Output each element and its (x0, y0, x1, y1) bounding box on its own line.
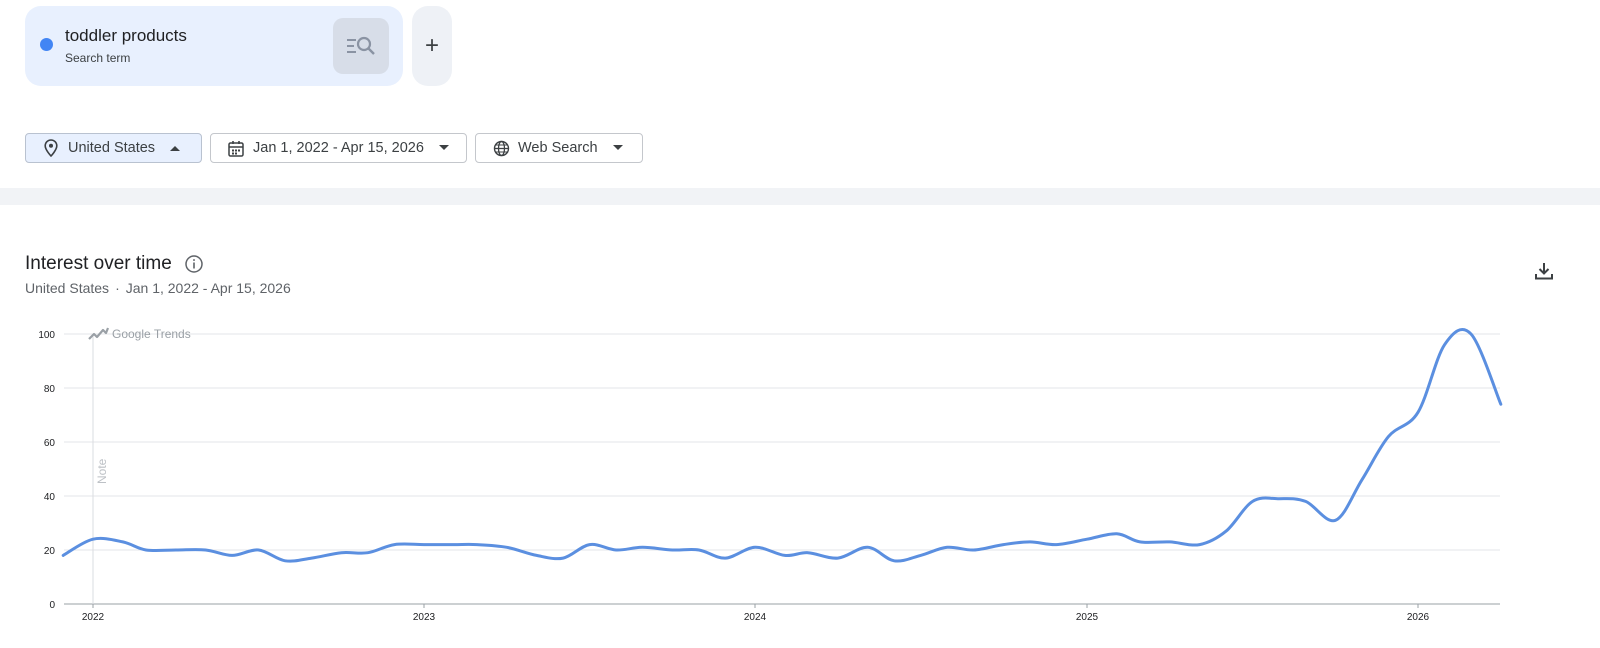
search-type-filter[interactable]: Web Search (475, 133, 643, 163)
y-tick-label: 40 (44, 492, 56, 503)
series-color-dot (40, 38, 53, 51)
x-tick-label: 2026 (1407, 612, 1430, 623)
explore-term-button[interactable] (333, 18, 389, 74)
section-divider (0, 188, 1600, 205)
location-filter-label: United States (68, 140, 156, 156)
caret-up-icon (169, 142, 181, 154)
search-term-card[interactable]: toddler products Search term (25, 6, 403, 86)
subtitle-date-range: Jan 1, 2022 - Apr 15, 2026 (125, 280, 291, 296)
x-tick-label: 2022 (82, 612, 105, 623)
calendar-icon (227, 139, 245, 157)
chart-svg: 0 20 40 60 80 100 2022 2023 2024 2025 2026 Note Goog… (38, 327, 1503, 623)
watermark-label: Google Trends (112, 327, 191, 341)
search-term-type: Search term (65, 51, 131, 65)
interest-over-time-chart: 0 20 40 60 80 100 2022 2023 2024 2025 2026 Note Goog… (0, 320, 1600, 643)
plus-icon: + (424, 32, 439, 59)
section-subtitle: United States · Jan 1, 2022 - Apr 15, 2026 (25, 280, 291, 296)
search-type-label: Web Search (518, 140, 598, 156)
y-tick-label: 20 (44, 546, 56, 557)
info-icon[interactable] (184, 254, 204, 274)
download-icon[interactable] (1533, 260, 1555, 282)
date-range-filter[interactable]: Jan 1, 2022 - Apr 15, 2026 (210, 133, 467, 163)
y-tick-label: 80 (44, 384, 56, 395)
section-title: Interest over time (25, 253, 172, 274)
location-pin-icon (42, 139, 60, 157)
search-term-name[interactable]: toddler products (65, 26, 187, 46)
subtitle-separator: · (115, 280, 120, 296)
list-search-icon (347, 36, 375, 55)
globe-icon (492, 139, 510, 157)
x-tick-label: 2024 (744, 612, 767, 623)
caret-down-icon (438, 142, 450, 154)
add-comparison-button[interactable]: + (412, 6, 452, 86)
y-tick-label: 0 (49, 600, 55, 611)
x-tick-label: 2025 (1076, 612, 1099, 623)
note-label: Note (95, 458, 109, 484)
y-tick-label: 100 (38, 330, 55, 341)
caret-down-icon (612, 142, 624, 154)
date-range-label: Jan 1, 2022 - Apr 15, 2026 (253, 140, 424, 156)
series-line (61, 328, 1503, 563)
subtitle-location: United States (25, 280, 110, 296)
y-tick-label: 60 (44, 438, 56, 449)
x-tick-label: 2023 (413, 612, 436, 623)
location-filter[interactable]: United States (25, 133, 202, 163)
